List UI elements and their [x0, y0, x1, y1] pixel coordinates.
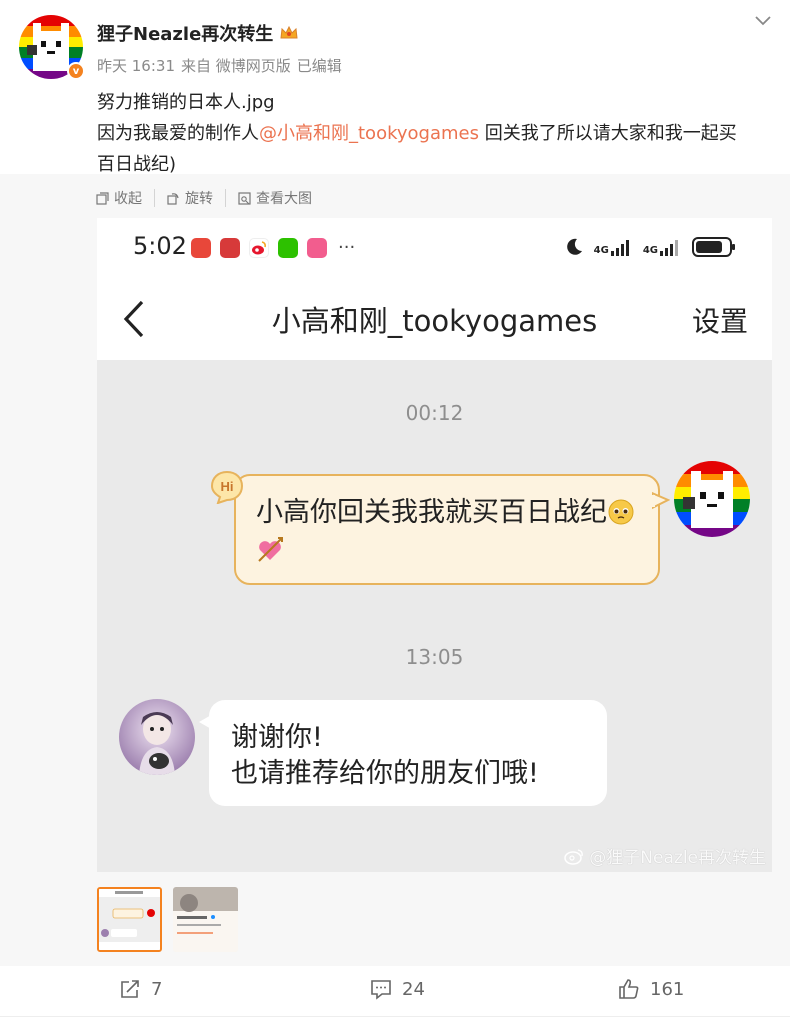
bubble-tail — [199, 714, 213, 730]
toolbar-divider — [154, 189, 155, 207]
repost-button[interactable]: 7 — [119, 978, 162, 1000]
author-avatar[interactable]: v — [19, 15, 85, 80]
moon-icon — [566, 238, 582, 255]
bubble-tail — [652, 492, 670, 510]
chat-timestamp: 00:12 — [405, 401, 464, 425]
media-toolbar: 收起 旋转 查看大图 — [96, 188, 324, 208]
mention-link[interactable]: @小高和刚_tookyogames — [259, 123, 479, 144]
incoming-message-line-1: 谢谢你! — [231, 722, 323, 753]
comment-count: 24 — [402, 978, 425, 1000]
chat-screenshot-image[interactable]: 5:02 ··· 4G 4G 小高和刚_tookyogames 设置 00:12… — [97, 218, 772, 872]
bilibili-app-icon — [307, 237, 327, 258]
self-avatar[interactable] — [674, 461, 750, 537]
image-thumbnail-2[interactable] — [173, 887, 238, 952]
collapse-label: 收起 — [114, 191, 142, 207]
signal-bars-icon — [610, 240, 629, 256]
chevron-down-icon[interactable] — [754, 14, 772, 28]
signal-bars-icon — [660, 240, 678, 256]
incoming-message-bubble[interactable]: 谢谢你! 也请推荐给你的朋友们哦! — [199, 700, 607, 806]
missed-call-icon — [191, 237, 211, 258]
huawei-app-icon — [220, 237, 240, 258]
post-text: 努力推销的日本人.jpg 因为我最爱的制作人@小高和刚_tookyogames … — [97, 87, 777, 180]
image-thumbnail-1[interactable] — [97, 887, 162, 952]
signal-1: 4G — [594, 238, 633, 256]
repost-count: 7 — [151, 978, 163, 1000]
weibo-app-icon — [249, 237, 269, 258]
view-large-icon — [238, 191, 251, 205]
rotate-icon — [167, 192, 179, 205]
rotate-button[interactable]: 旋转 — [167, 188, 225, 208]
post-source: 来自 微博网页版 — [181, 57, 291, 75]
toolbar-divider — [225, 189, 226, 207]
status-time: 5:02 — [133, 232, 187, 260]
repost-icon — [121, 980, 139, 998]
watermark: @狸子Neazle再次转生 — [563, 843, 766, 868]
network-type-2: 4G — [642, 245, 658, 256]
weibo-logo-icon — [564, 848, 584, 865]
outgoing-message-bubble[interactable]: 小高你回关我我就买百日战纪 — [234, 474, 670, 585]
like-count: 161 — [650, 978, 685, 1000]
post-line-1: 努力推销的日本人.jpg — [97, 92, 275, 113]
watermark-text: @狸子Neazle再次转生 — [589, 848, 766, 868]
contact-avatar[interactable] — [119, 699, 195, 775]
notification-icons: ··· — [191, 237, 355, 258]
collapse-icon — [96, 191, 109, 205]
chat-title: 小高和刚_tookyogames — [271, 304, 598, 338]
post-action-bar: 7 24 161 — [0, 966, 790, 1017]
crown-icon — [280, 25, 298, 39]
like-button[interactable]: 161 — [618, 978, 684, 1000]
post-line-2-suffix: 回关我了所以请大家和我一起买 — [478, 123, 737, 144]
chat-settings-button[interactable]: 设置 — [692, 300, 748, 340]
rotate-label: 旋转 — [185, 191, 213, 207]
view-large-button[interactable]: 查看大图 — [238, 188, 324, 208]
network-type-1: 4G — [593, 245, 609, 256]
hi-badge-icon: Hi — [210, 470, 244, 504]
system-icons: 4G 4G — [564, 236, 736, 258]
view-large-label: 查看大图 — [256, 191, 312, 207]
outgoing-message-text: 小高你回关我我就买百日战纪 — [256, 497, 607, 528]
heart-arrow-emoji-icon — [258, 537, 283, 562]
post-line-2-prefix: 因为我最爱的制作人 — [97, 123, 259, 144]
collapse-button[interactable]: 收起 — [96, 188, 154, 208]
wechat-app-icon — [278, 237, 298, 258]
comment-icon — [371, 980, 391, 1000]
signal-2: 4G — [643, 238, 682, 256]
chat-timestamp: 13:05 — [405, 645, 464, 669]
incoming-message-line-2: 也请推荐给你的朋友们哦! — [231, 758, 539, 789]
comment-button[interactable]: 24 — [370, 978, 425, 1000]
more-notifications: ··· — [338, 237, 356, 258]
phone-status-bar: 5:02 ··· 4G 4G — [97, 218, 772, 278]
pleading-face-emoji-icon — [608, 499, 634, 525]
battery-icon — [692, 237, 735, 257]
post-time[interactable]: 昨天 16:31 — [97, 55, 175, 76]
verified-badge-icon: v — [67, 62, 85, 80]
edited-label[interactable]: 已编辑 — [297, 55, 342, 76]
like-icon — [619, 979, 639, 999]
chat-nav-bar: 小高和刚_tookyogames 设置 — [97, 278, 772, 360]
author-name[interactable]: 狸子Neazle再次转生 — [97, 20, 273, 46]
hi-badge-label: Hi — [221, 479, 234, 494]
